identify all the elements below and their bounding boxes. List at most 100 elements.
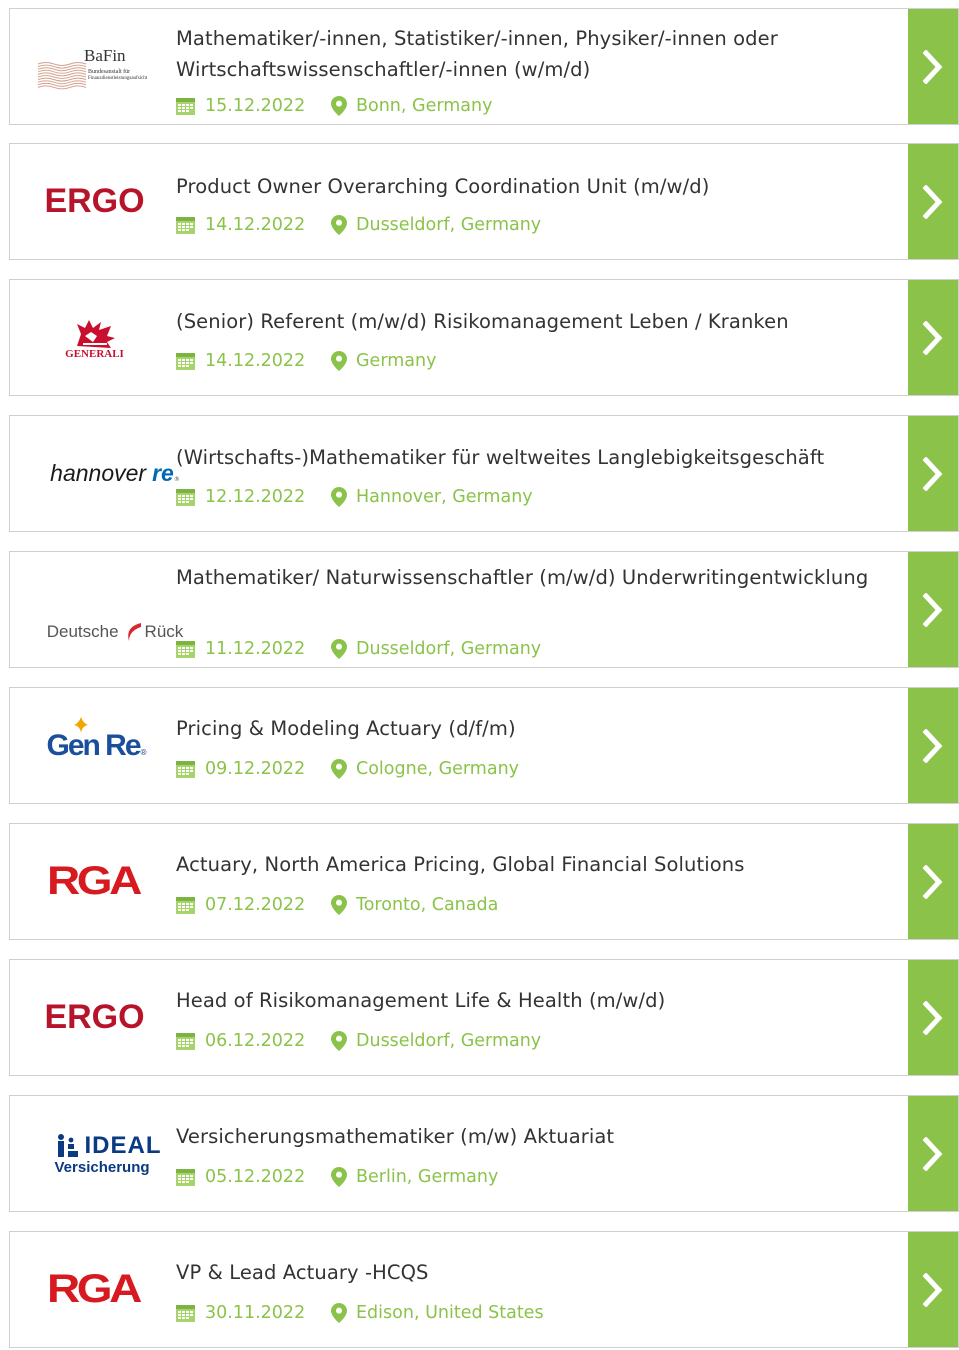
job-location-text: Toronto, Canada bbox=[356, 895, 499, 915]
chevron-right-icon bbox=[923, 184, 943, 219]
job-location-text: Berlin, Germany bbox=[356, 1167, 499, 1187]
open-job-button[interactable] bbox=[908, 960, 958, 1075]
job-title[interactable]: (Senior) Referent (m/w/d) Risikomanageme… bbox=[176, 306, 906, 337]
job-meta: 14.12.2022 Germany bbox=[176, 351, 906, 373]
chevron-right-icon bbox=[923, 1272, 943, 1307]
job-card[interactable]: RGA Actuary, North America Pricing, Globa… bbox=[9, 823, 959, 940]
job-card[interactable]: Gen Re® Pricing & Modeling Actuary (d/f/m… bbox=[9, 687, 959, 804]
job-meta: 30.11.2022 Edison, United States bbox=[176, 1303, 906, 1325]
job-info: Actuary, North America Pricing, Global F… bbox=[176, 824, 906, 939]
chevron-right-icon bbox=[923, 1136, 943, 1171]
calendar-icon bbox=[176, 760, 195, 778]
calendar-icon bbox=[176, 1032, 195, 1050]
job-meta: 12.12.2022 Hannover, Germany bbox=[176, 487, 906, 509]
job-location-text: Germany bbox=[356, 351, 437, 371]
job-meta: 09.12.2022 Cologne, Germany bbox=[176, 759, 906, 781]
job-info: VP & Lead Actuary -HCQS 30.11.2022 Edison,… bbox=[176, 1232, 906, 1347]
chevron-right-icon bbox=[923, 592, 943, 627]
job-title[interactable]: Head of Risikomanagement Life & Health (… bbox=[176, 985, 906, 1016]
ideal-subtitle: Versicherung bbox=[54, 1158, 150, 1176]
company-logo: BaFin Bundesanstalt für Finanzdienstleistu… bbox=[10, 9, 176, 124]
company-logo: ERGO bbox=[10, 960, 176, 1075]
company-logo: IDEAL Versicherung bbox=[10, 1096, 176, 1211]
job-date: 09.12.2022 bbox=[176, 759, 305, 779]
genre-logo: Gen Re® bbox=[46, 716, 148, 763]
job-date: 12.12.2022 bbox=[176, 487, 305, 507]
job-location-text: Edison, United States bbox=[356, 1303, 544, 1323]
generali-lion-icon bbox=[76, 319, 115, 348]
job-card[interactable]: IDEAL Versicherung Versicherungsmathematik… bbox=[9, 1095, 959, 1212]
job-title[interactable]: Product Owner Overarching Coordination U… bbox=[176, 171, 906, 202]
job-card[interactable]: ERGO Head of Risikomanagement Life & Heal… bbox=[9, 959, 959, 1076]
job-info: Mathematiker/ Naturwissenschaftler (m/w/… bbox=[176, 552, 906, 667]
ergo-logo: ERGO bbox=[44, 998, 145, 1036]
open-job-button[interactable] bbox=[908, 1096, 958, 1211]
job-date: 30.11.2022 bbox=[176, 1303, 305, 1323]
job-location: Toronto, Canada bbox=[331, 895, 498, 915]
open-job-button[interactable] bbox=[908, 144, 958, 259]
job-date-text: 14.12.2022 bbox=[205, 351, 306, 371]
job-location-text: Hannover, Germany bbox=[356, 487, 533, 507]
job-card[interactable]: Deutsche Rück Mathematiker/ Naturwissensch… bbox=[9, 551, 959, 668]
job-info: Head of Risikomanagement Life & Health (… bbox=[176, 960, 906, 1075]
hannover-re-accent: re bbox=[152, 460, 174, 486]
job-title[interactable]: Versicherungsmathematiker (m/w) Aktuaria… bbox=[176, 1121, 906, 1152]
job-card[interactable]: GENERALI (Senior) Referent (m/w/d) Risiko… bbox=[9, 279, 959, 396]
job-title[interactable]: VP & Lead Actuary -HCQS bbox=[176, 1257, 906, 1288]
open-job-button[interactable] bbox=[908, 9, 958, 124]
job-info: Pricing & Modeling Actuary (d/f/m) 09.12.… bbox=[176, 688, 906, 803]
map-pin-icon bbox=[331, 215, 347, 235]
bafin-name: BaFin bbox=[84, 45, 126, 65]
open-job-button[interactable] bbox=[908, 688, 958, 803]
map-pin-icon bbox=[331, 487, 347, 507]
job-card[interactable]: ERGO Product Owner Overarching Coordinati… bbox=[9, 143, 959, 260]
open-job-button[interactable] bbox=[908, 1232, 958, 1347]
rga-logo: RGA bbox=[47, 859, 142, 903]
company-logo: RGA bbox=[10, 1232, 176, 1347]
ideal-name: IDEAL bbox=[84, 1131, 162, 1159]
open-job-button[interactable] bbox=[908, 280, 958, 395]
job-title[interactable]: (Wirtschafts-)Mathematiker für weltweite… bbox=[176, 442, 906, 473]
job-info: (Senior) Referent (m/w/d) Risikomanageme… bbox=[176, 280, 906, 395]
job-title[interactable]: Mathematiker/ Naturwissenschaftler (m/w/… bbox=[176, 562, 906, 593]
open-job-button[interactable] bbox=[908, 416, 958, 531]
job-info: Versicherungsmathematiker (m/w) Aktuaria… bbox=[176, 1096, 906, 1211]
job-card[interactable]: RGA VP & Lead Actuary -HCQS 30.11.2022 Edis… bbox=[9, 1231, 959, 1348]
company-logo: ERGO bbox=[10, 144, 176, 259]
map-pin-icon bbox=[331, 639, 347, 659]
deutsche-rueck-swoosh-icon bbox=[127, 622, 141, 641]
job-title[interactable]: Mathematiker/-innen, Statistiker/-innen,… bbox=[176, 23, 906, 85]
job-date: 14.12.2022 bbox=[176, 215, 305, 235]
map-pin-icon bbox=[331, 1303, 347, 1323]
calendar-icon bbox=[176, 97, 195, 115]
job-title[interactable]: Actuary, North America Pricing, Global F… bbox=[176, 849, 906, 880]
chevron-right-icon bbox=[923, 456, 943, 491]
chevron-right-icon bbox=[923, 49, 943, 84]
generali-logo: GENERALI bbox=[65, 316, 124, 360]
map-pin-icon bbox=[331, 1167, 347, 1187]
job-date-text: 11.12.2022 bbox=[205, 639, 306, 659]
job-card[interactable]: hannover re ® (Wirtschafts-)Mathematiker fü… bbox=[9, 415, 959, 532]
chevron-right-icon bbox=[923, 728, 943, 763]
job-date: 07.12.2022 bbox=[176, 895, 305, 915]
deutsche-name: Deutsche bbox=[46, 621, 119, 641]
job-title[interactable]: Pricing & Modeling Actuary (d/f/m) bbox=[176, 713, 906, 744]
job-meta: 07.12.2022 Toronto, Canada bbox=[176, 895, 906, 917]
open-job-button[interactable] bbox=[908, 552, 958, 667]
job-location-text: Bonn, Germany bbox=[356, 96, 493, 116]
job-location: Germany bbox=[331, 351, 436, 371]
job-info: Product Owner Overarching Coordination U… bbox=[176, 144, 906, 259]
job-date-text: 14.12.2022 bbox=[205, 215, 306, 235]
bafin-subtitle-1: Bundesanstalt für bbox=[88, 68, 131, 75]
generali-name: GENERALI bbox=[65, 347, 124, 360]
job-location: Dusseldorf, Germany bbox=[331, 1031, 541, 1051]
open-job-button[interactable] bbox=[908, 824, 958, 939]
company-logo: Gen Re® bbox=[10, 688, 176, 803]
calendar-icon bbox=[176, 640, 195, 658]
job-card[interactable]: BaFin Bundesanstalt für Finanzdienstleistu… bbox=[9, 8, 959, 125]
job-meta: 05.12.2022 Berlin, Germany bbox=[176, 1167, 906, 1189]
ergo-logo: ERGO bbox=[44, 182, 145, 220]
map-pin-icon bbox=[331, 895, 347, 915]
calendar-icon bbox=[176, 488, 195, 506]
calendar-icon bbox=[176, 1304, 195, 1322]
